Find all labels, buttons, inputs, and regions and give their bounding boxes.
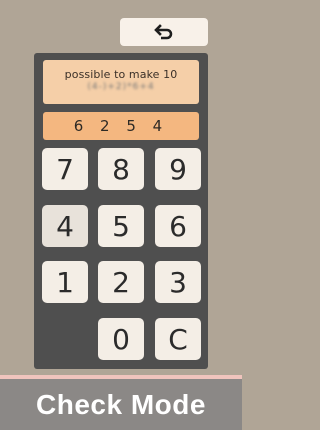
- hint-detail: (4-)+2)*6+4: [87, 82, 155, 92]
- number-display: 6 2 5 4: [43, 112, 199, 140]
- key-7[interactable]: 7: [42, 148, 88, 190]
- key-4[interactable]: 4: [42, 205, 88, 247]
- hint-title: possible to make 10: [64, 68, 178, 81]
- undo-arrow-icon: [154, 24, 173, 40]
- key-5[interactable]: 5: [98, 205, 144, 247]
- check-mode-button[interactable]: Check Mode: [0, 379, 242, 430]
- hint-box: possible to make 10 (4-)+2)*6+4: [43, 60, 199, 104]
- key-3[interactable]: 3: [155, 261, 201, 303]
- key-9[interactable]: 9: [155, 148, 201, 190]
- key-8[interactable]: 8: [98, 148, 144, 190]
- key-0[interactable]: 0: [98, 318, 144, 360]
- clear-key[interactable]: C: [155, 318, 201, 360]
- key-6[interactable]: 6: [155, 205, 201, 247]
- key-1[interactable]: 1: [42, 261, 88, 303]
- undo-button[interactable]: [120, 18, 208, 46]
- key-2[interactable]: 2: [98, 261, 144, 303]
